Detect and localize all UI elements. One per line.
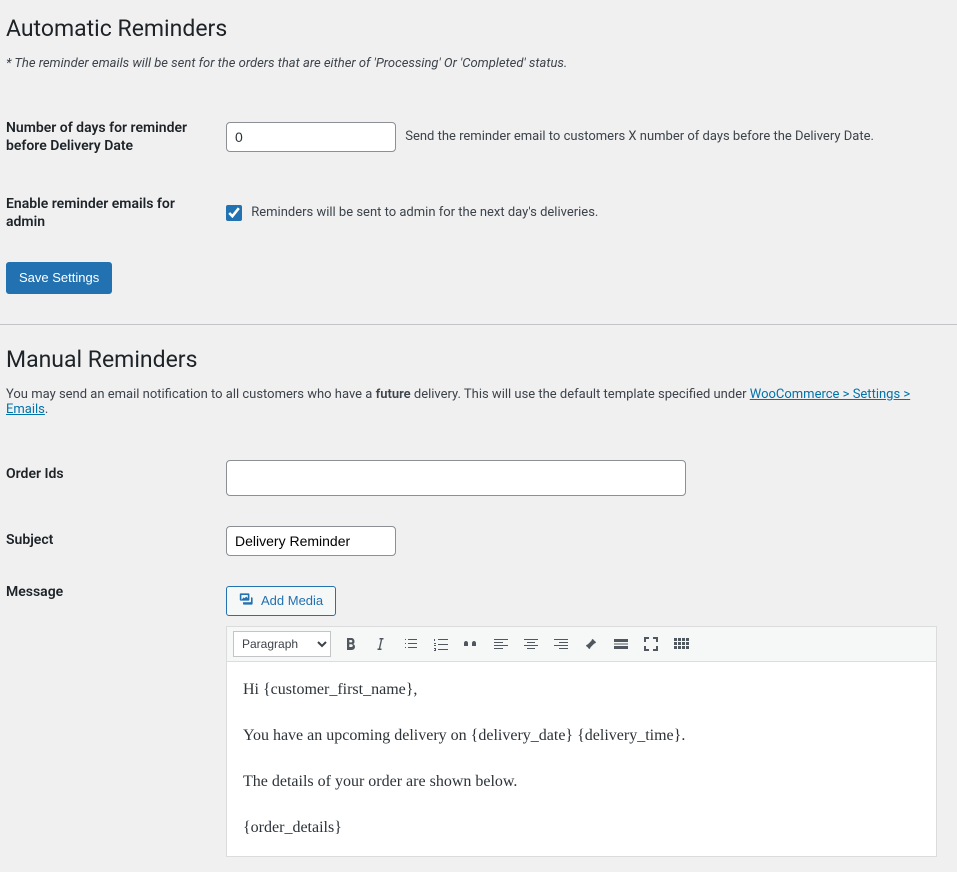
format-select[interactable]: Paragraph [233,631,331,657]
days-label: Number of days for reminder before Deliv… [6,99,226,175]
align-left-icon[interactable] [487,631,515,657]
align-center-icon[interactable] [517,631,545,657]
manual-reminders-desc: You may send an email notification to al… [6,387,947,417]
orderids-input[interactable] [226,460,686,496]
enable-admin-help: Reminders will be sent to admin for the … [251,205,598,220]
enable-admin-checkbox[interactable] [226,205,242,221]
days-input[interactable] [226,122,396,152]
media-icon [239,591,255,610]
message-body[interactable]: Hi {customer_first_name}, You have an up… [227,662,936,856]
link-icon[interactable] [577,631,605,657]
toolbar-toggle-icon[interactable] [667,631,695,657]
manual-reminders-form: Order Ids Subject Message Add Media Para… [6,445,947,872]
subject-label: Subject [6,511,226,571]
enable-admin-label: Enable reminder emails for admin [6,175,226,251]
manual-reminders-heading: Manual Reminders [6,345,947,375]
add-media-button[interactable]: Add Media [226,586,336,616]
editor-toolbar: Paragraph [227,627,936,662]
subject-input[interactable] [226,526,396,556]
readmore-icon[interactable] [607,631,635,657]
fullscreen-icon[interactable] [637,631,665,657]
message-line: The details of your order are shown belo… [243,770,920,794]
align-right-icon[interactable] [547,631,575,657]
number-list-icon[interactable] [427,631,455,657]
days-help: Send the reminder email to customers X n… [405,129,874,144]
message-line: Hi {customer_first_name}, [243,678,920,702]
automatic-reminders-desc: * The reminder emails will be sent for t… [6,56,947,71]
bold-icon[interactable] [337,631,365,657]
message-line: You have an upcoming delivery on {delive… [243,724,920,748]
blockquote-icon[interactable] [457,631,485,657]
add-media-label: Add Media [261,593,323,608]
section-divider [0,324,957,325]
message-line: {order_details} [243,816,920,840]
rich-editor: Paragraph Hi {customer_first_ [226,626,937,857]
bullet-list-icon[interactable] [397,631,425,657]
automatic-reminders-form: Number of days for reminder before Deliv… [6,99,947,252]
italic-icon[interactable] [367,631,395,657]
orderids-label: Order Ids [6,445,226,511]
message-label: Message [6,571,226,872]
automatic-reminders-heading: Automatic Reminders [6,14,947,44]
save-settings-button[interactable]: Save Settings [6,262,112,294]
